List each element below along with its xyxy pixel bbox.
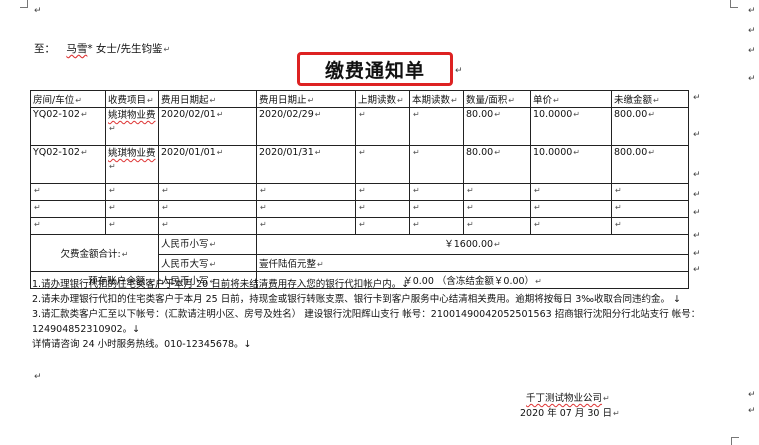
cell-quantity: 80.00 <box>466 109 494 120</box>
pilcrow-mark: ↵ <box>693 231 701 241</box>
crop-mark-top-left <box>20 0 28 8</box>
arrears-row: 欠费金额合计:↵ 人民币小写↵ ￥1600.00↵ <box>30 234 689 272</box>
cell-room: YQ02-102 <box>33 109 80 120</box>
signature-company: 千丁测试物业公司↵ <box>526 393 610 404</box>
table-header-row: 房间/车位↵ 收费项目↵ 费用日期起↵ 费用日期止↵ 上期读数↵ 本期读数↵ 数… <box>30 90 689 108</box>
pilcrow-mark: ↵ <box>34 6 42 16</box>
cell-unpaid: 800.00 <box>614 109 648 120</box>
table-row-empty: ↵ ↵ ↵ ↵ ↵ ↵ ↵ ↵ ↵ <box>30 217 689 235</box>
crop-mark-bottom-right <box>731 437 739 445</box>
note-item: 2.请未办理银行代扣的住宅类客户于本月 25 日前，持现金或银行转账支票、银行卡… <box>32 294 681 305</box>
pilcrow-mark: ↵ <box>748 26 756 36</box>
recipient-suffix: * 女士/先生钧鉴 <box>87 43 163 55</box>
pilcrow-mark: ↵ <box>693 190 701 200</box>
billing-table: 房间/车位↵ 收费项目↵ 费用日期起↵ 费用日期止↵ 上期读数↵ 本期读数↵ 数… <box>30 90 689 289</box>
table-row-empty: ↵ ↵ ↵ ↵ ↵ ↵ ↵ ↵ ↵ <box>30 183 689 201</box>
arrears-upper-amount: 壹仟陆佰元整 <box>259 259 317 270</box>
signature-date: 2020 年 07 月 30 日↵ <box>520 408 620 419</box>
pilcrow-mark: ↵ <box>748 390 756 400</box>
note-item: 3.请汇款类客户汇至以下帐号：(汇款请注明小区、房号及姓名） 建设银行沈阳辉山支… <box>32 309 701 335</box>
cell-quantity: 80.00 <box>466 147 494 158</box>
crop-mark-top-right <box>730 0 738 8</box>
header-quantity: 数量/面积 <box>466 95 508 106</box>
table-row: YQ02-102↵ 姚琪物业费↵ 2020/01/01↵ 2020/01/31↵… <box>30 145 689 184</box>
cell-unit-price: 10.0000 <box>533 147 573 158</box>
recipient-prefix: 至： <box>34 43 55 55</box>
recipient-name: 马雪 <box>66 43 88 55</box>
rmb-upper-label: 人民币大写 <box>161 259 209 270</box>
pilcrow-mark: ↵ <box>163 45 171 54</box>
rmb-lower-label: 人民币小写 <box>161 239 209 250</box>
header-date-start: 费用日期起 <box>161 95 209 106</box>
page-title: 缴费通知单 <box>297 52 453 86</box>
header-prev-reading: 上期读数 <box>358 95 397 106</box>
pilcrow-mark: ↵ <box>748 46 756 56</box>
pilcrow-mark: ↵ <box>455 66 463 76</box>
recipient-line: 至： 马雪* 女士/先生钧鉴↵ <box>34 41 170 56</box>
cell-date-end: 2020/02/29 <box>259 109 314 120</box>
arrears-amount: ￥1600.00 <box>444 239 494 250</box>
header-room: 房间/车位 <box>33 95 75 106</box>
header-date-end: 费用日期止 <box>259 95 307 106</box>
header-unpaid: 未缴金额 <box>614 95 653 106</box>
cell-date-start: 2020/02/01 <box>161 109 216 120</box>
arrears-label: 欠费金额合计: <box>60 249 121 260</box>
pilcrow-mark: ↵ <box>748 6 756 16</box>
cell-date-start: 2020/01/01 <box>161 147 216 158</box>
pilcrow-mark: ↵ <box>693 265 701 275</box>
note-item: 1.请办理银行代扣的住宅类客户于本月 20 日前将未结清费用存入您的银行代扣帐户… <box>32 279 410 290</box>
pilcrow-mark: ↵ <box>748 406 756 416</box>
pilcrow-mark: ↵ <box>693 130 701 140</box>
header-unit-price: 单价 <box>533 95 553 106</box>
pilcrow-mark: ↵ <box>693 170 701 180</box>
cell-item: 姚琪物业费 <box>108 148 156 159</box>
pilcrow-mark: ↵ <box>34 372 42 382</box>
pilcrow-mark: ↵ <box>693 249 701 259</box>
table-row-empty: ↵ ↵ ↵ ↵ ↵ ↵ ↵ ↵ ↵ <box>30 200 689 218</box>
cell-date-end: 2020/01/31 <box>259 147 314 158</box>
pilcrow-mark: ↵ <box>693 208 701 218</box>
payment-notes: 1.请办理银行代扣的住宅类客户于本月 20 日前将未结清费用存入您的银行代扣帐户… <box>32 277 727 352</box>
header-curr-reading: 本期读数 <box>412 95 451 106</box>
title-text: 缴费通知单 <box>324 59 425 82</box>
cell-room: YQ02-102 <box>33 147 80 158</box>
cell-unpaid: 800.00 <box>614 147 648 158</box>
pilcrow-mark: ↵ <box>693 93 701 103</box>
cell-item: 姚琪物业费 <box>108 110 156 121</box>
note-item: 详情请咨询 24 小时服务热线。010-12345678。↓ <box>32 339 252 350</box>
pilcrow-mark: ↵ <box>748 74 756 84</box>
header-item: 收费项目 <box>108 95 147 106</box>
cell-unit-price: 10.0000 <box>533 109 573 120</box>
table-row: YQ02-102↵ 姚琪物业费↵ 2020/02/01↵ 2020/02/29↵… <box>30 107 689 146</box>
